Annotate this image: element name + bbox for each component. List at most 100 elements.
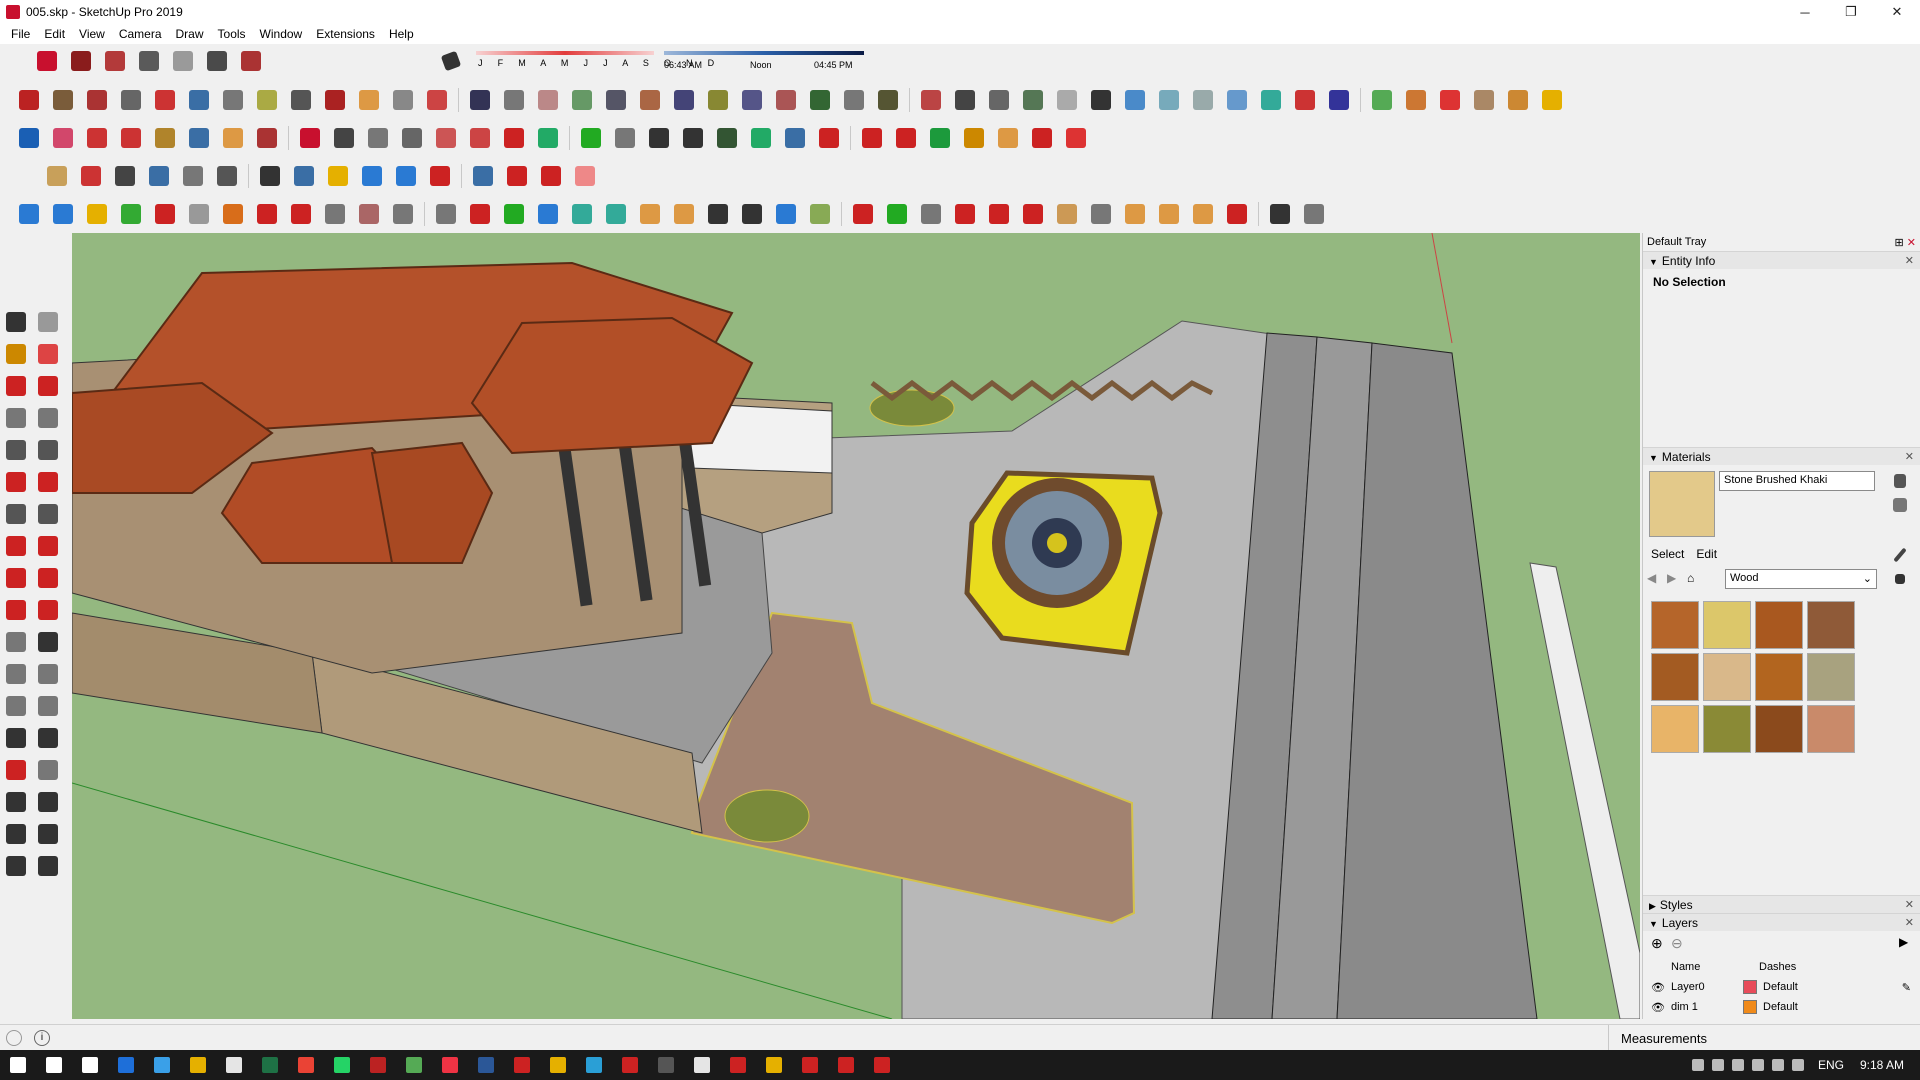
- toolbar-tool-icon[interactable]: [117, 200, 145, 228]
- toolbar-tool-icon[interactable]: [287, 86, 315, 114]
- tool-icon[interactable]: [34, 628, 62, 656]
- taskbar-app-icon[interactable]: [324, 1050, 360, 1080]
- toolbar-tool-icon[interactable]: [253, 86, 281, 114]
- material-swatch[interactable]: [1807, 653, 1855, 701]
- taskbar-app-icon[interactable]: [468, 1050, 504, 1080]
- tray-icon[interactable]: [1748, 1050, 1768, 1080]
- toolbar-tool-icon[interactable]: [840, 86, 868, 114]
- tab-edit[interactable]: Edit: [1690, 545, 1723, 563]
- toolbar-tool-icon[interactable]: [747, 124, 775, 152]
- toolbar-tool-icon[interactable]: [1325, 86, 1353, 114]
- toolbar-tool-icon[interactable]: [185, 124, 213, 152]
- toolbar-tool-icon[interactable]: [1504, 86, 1532, 114]
- toolbar-tool-icon[interactable]: [1155, 86, 1183, 114]
- tool-icon[interactable]: [2, 820, 30, 848]
- tool-icon[interactable]: [34, 468, 62, 496]
- toolbar-tool-icon[interactable]: [219, 86, 247, 114]
- toolbar-tool-icon[interactable]: [917, 86, 945, 114]
- toolbar-tool-icon[interactable]: [389, 200, 417, 228]
- taskbar-app-icon[interactable]: [720, 1050, 756, 1080]
- toolbar-tool-icon[interactable]: [577, 124, 605, 152]
- menu-camera[interactable]: Camera: [112, 27, 169, 41]
- toolbar-tool-icon[interactable]: [951, 200, 979, 228]
- toolbar-tool-icon[interactable]: [219, 124, 247, 152]
- model-viewport[interactable]: [72, 233, 1640, 1019]
- toolbar-tool-icon[interactable]: [287, 200, 315, 228]
- tool-icon[interactable]: [34, 532, 62, 560]
- toolbar-tool-icon[interactable]: [1121, 200, 1149, 228]
- toolbar-tool-icon[interactable]: [423, 86, 451, 114]
- toolbar-tool-icon[interactable]: [534, 200, 562, 228]
- volume-icon[interactable]: [1788, 1050, 1808, 1080]
- toolbar-tool-icon[interactable]: [503, 162, 531, 190]
- material-swatch[interactable]: [1755, 601, 1803, 649]
- toolbar-tool-icon[interactable]: [1470, 86, 1498, 114]
- taskbar-app-icon[interactable]: [864, 1050, 900, 1080]
- material-swatch[interactable]: [1703, 601, 1751, 649]
- task-view-icon[interactable]: [72, 1050, 108, 1080]
- toolbar-tool-icon[interactable]: [1538, 86, 1566, 114]
- toolbar-tool-icon[interactable]: [392, 162, 420, 190]
- toolbar-tool-icon[interactable]: [1300, 200, 1328, 228]
- toolbar-tool-icon[interactable]: [256, 162, 284, 190]
- layer-dashes[interactable]: Default: [1763, 981, 1798, 993]
- toolbar-tool-icon[interactable]: [355, 200, 383, 228]
- material-options-icon[interactable]: [1886, 491, 1914, 519]
- toolbar-tool-icon[interactable]: [117, 86, 145, 114]
- toolbar-tool-icon[interactable]: [432, 124, 460, 152]
- tool-icon[interactable]: [34, 820, 62, 848]
- styles-header[interactable]: ▶ Styles ✕: [1643, 895, 1920, 913]
- toolbar-tool-icon[interactable]: [290, 162, 318, 190]
- taskbar-app-icon[interactable]: [144, 1050, 180, 1080]
- toggle-shadows-icon[interactable]: [437, 47, 465, 75]
- tool-icon[interactable]: [34, 436, 62, 464]
- taskbar-app-icon[interactable]: [648, 1050, 684, 1080]
- toolbar-tool-icon[interactable]: [111, 162, 139, 190]
- menu-help[interactable]: Help: [382, 27, 421, 41]
- material-swatch[interactable]: [1807, 705, 1855, 753]
- material-library-dropdown[interactable]: Wood ⌄: [1725, 569, 1877, 589]
- tool-icon[interactable]: [34, 724, 62, 752]
- toolbar-tool-icon[interactable]: [772, 200, 800, 228]
- toolbar-tool-icon[interactable]: [1402, 86, 1430, 114]
- toolbar-tool-icon[interactable]: [858, 124, 886, 152]
- home-icon[interactable]: ⌂: [1687, 571, 1707, 585]
- menu-draw[interactable]: Draw: [169, 27, 211, 41]
- toolbar-tool-icon[interactable]: [432, 200, 460, 228]
- toolbar-tool-icon[interactable]: [1436, 86, 1464, 114]
- tool-icon[interactable]: [2, 372, 30, 400]
- menu-edit[interactable]: Edit: [37, 27, 72, 41]
- toolbar-tool-icon[interactable]: [321, 200, 349, 228]
- toolbar-tool-icon[interactable]: [806, 86, 834, 114]
- taskbar-app-icon[interactable]: [612, 1050, 648, 1080]
- toolbar-tool-icon[interactable]: [203, 47, 231, 75]
- toolbar-tool-icon[interactable]: [466, 124, 494, 152]
- tool-icon[interactable]: [2, 436, 30, 464]
- layer-color-swatch[interactable]: [1743, 980, 1757, 994]
- toolbar-tool-icon[interactable]: [568, 86, 596, 114]
- shadow-month-slider[interactable]: J F M A M J J A S O N D: [476, 48, 714, 74]
- taskbar-app-icon[interactable]: [432, 1050, 468, 1080]
- tool-icon[interactable]: [2, 468, 30, 496]
- tool-icon[interactable]: [2, 340, 30, 368]
- toolbar-tool-icon[interactable]: [917, 200, 945, 228]
- toolbar-tool-icon[interactable]: [398, 124, 426, 152]
- geo-location-icon[interactable]: [6, 1029, 22, 1046]
- taskbar-app-icon[interactable]: [756, 1050, 792, 1080]
- toolbar-tool-icon[interactable]: [15, 200, 43, 228]
- tool-icon[interactable]: [34, 340, 62, 368]
- toolbar-tool-icon[interactable]: [135, 47, 163, 75]
- toolbar-tool-icon[interactable]: [469, 162, 497, 190]
- toolbar-tool-icon[interactable]: [1223, 86, 1251, 114]
- toolbar-tool-icon[interactable]: [1266, 200, 1294, 228]
- toolbar-tool-icon[interactable]: [253, 200, 281, 228]
- toolbar-tool-icon[interactable]: [321, 86, 349, 114]
- toolbar-tool-icon[interactable]: [670, 86, 698, 114]
- material-swatch[interactable]: [1651, 653, 1699, 701]
- tool-icon[interactable]: [2, 852, 30, 880]
- toolbar-tool-icon[interactable]: [466, 200, 494, 228]
- tool-icon[interactable]: [34, 660, 62, 688]
- menu-extensions[interactable]: Extensions: [309, 27, 382, 41]
- toolbar-tool-icon[interactable]: [364, 124, 392, 152]
- visibility-eye-icon[interactable]: 👁: [1651, 1001, 1671, 1014]
